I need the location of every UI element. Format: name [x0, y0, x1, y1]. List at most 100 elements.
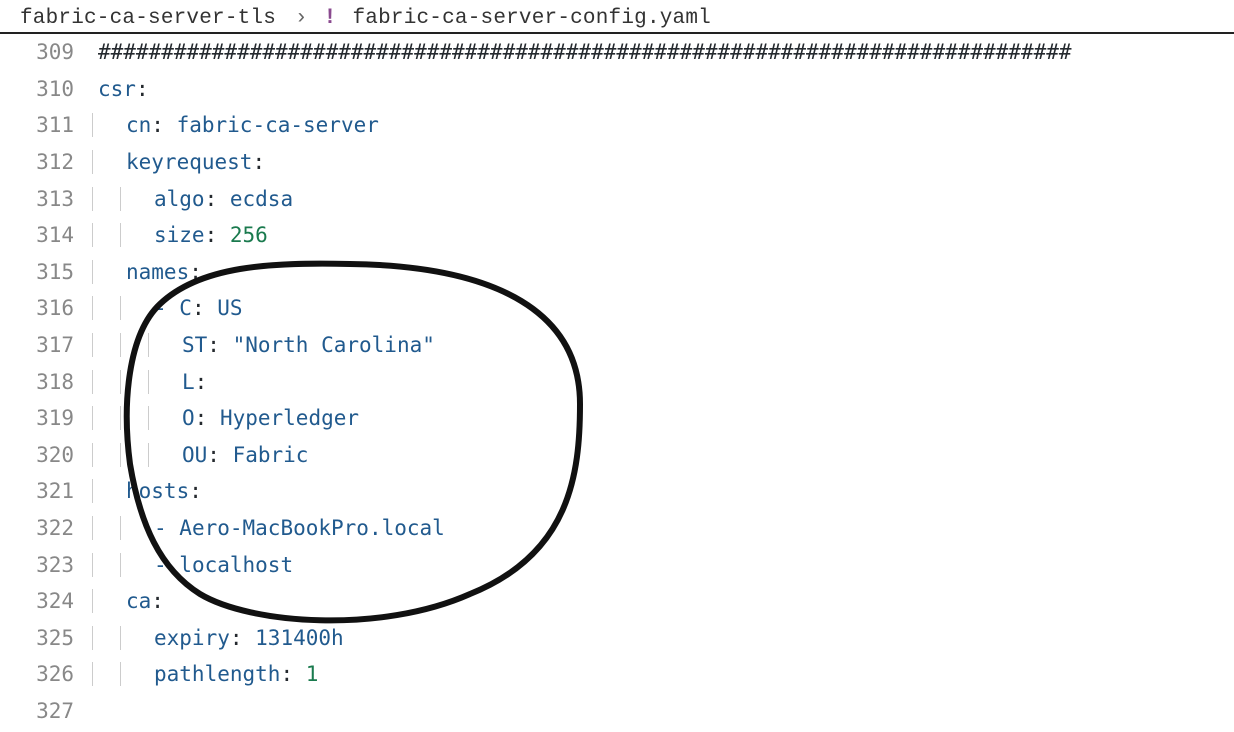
code-line[interactable]: 318L:	[0, 363, 1234, 400]
code-line[interactable]: 316- C: US	[0, 290, 1234, 327]
yaml-key: keyrequest	[126, 150, 252, 174]
code-content[interactable]: names:	[78, 260, 202, 284]
yaml-token: :	[205, 187, 230, 211]
line-number: 315	[0, 260, 78, 284]
yaml-list-dash: -	[154, 516, 179, 540]
line-number: 324	[0, 589, 78, 613]
yaml-token: :	[230, 626, 255, 650]
code-content[interactable]: pathlength: 1	[78, 662, 318, 686]
line-number: 327	[0, 699, 78, 723]
line-number: 326	[0, 662, 78, 686]
code-content[interactable]: L:	[78, 370, 207, 394]
line-number: 318	[0, 370, 78, 394]
code-line[interactable]: 317ST: "North Carolina"	[0, 327, 1234, 364]
code-content[interactable]: keyrequest:	[78, 150, 265, 174]
code-line[interactable]: 323- localhost	[0, 546, 1234, 583]
yaml-key: hosts	[126, 479, 189, 503]
line-number: 325	[0, 626, 78, 650]
code-line[interactable]: 309 #####################################…	[0, 34, 1234, 71]
yaml-key: pathlength	[154, 662, 280, 686]
yaml-comment: ########################################…	[98, 40, 1072, 64]
code-content[interactable]: ########################################…	[78, 40, 1072, 64]
yaml-list-dash: -	[154, 553, 179, 577]
code-content[interactable]: hosts:	[78, 479, 202, 503]
line-number: 320	[0, 443, 78, 467]
line-number: 322	[0, 516, 78, 540]
code-line[interactable]: 310csr:	[0, 71, 1234, 108]
yaml-key: expiry	[154, 626, 230, 650]
code-content[interactable]: cn: fabric-ca-server	[78, 113, 379, 137]
breadcrumb[interactable]: fabric-ca-server-tls › ! fabric-ca-serve…	[0, 0, 1234, 34]
line-number: 311	[0, 113, 78, 137]
yaml-token: Hyperledger	[220, 406, 359, 430]
yaml-token: 131400h	[255, 626, 344, 650]
line-number: 323	[0, 553, 78, 577]
yaml-token: ecdsa	[230, 187, 293, 211]
yaml-token: fabric-ca-server	[177, 113, 379, 137]
code-line[interactable]: 312keyrequest:	[0, 144, 1234, 181]
code-line[interactable]: 319O: Hyperledger	[0, 400, 1234, 437]
line-number: 312	[0, 150, 78, 174]
yaml-string: "North Carolina"	[233, 333, 435, 357]
code-content[interactable]: expiry: 131400h	[78, 626, 344, 650]
code-line[interactable]: 320OU: Fabric	[0, 437, 1234, 474]
yaml-key: names	[126, 260, 189, 284]
yaml-token: :	[207, 333, 232, 357]
breadcrumb-separator: ›	[289, 7, 314, 30]
code-content[interactable]: O: Hyperledger	[78, 406, 359, 430]
yaml-number: 1	[306, 662, 319, 686]
yaml-key: C	[179, 296, 192, 320]
code-content[interactable]: size: 256	[78, 223, 268, 247]
code-line[interactable]: 314size: 256	[0, 217, 1234, 254]
yaml-key: cn	[126, 113, 151, 137]
yaml-key: csr	[98, 77, 136, 101]
code-line[interactable]: 315names:	[0, 254, 1234, 291]
yaml-list-dash: -	[154, 296, 179, 320]
yaml-key: OU	[182, 443, 207, 467]
line-number: 313	[0, 187, 78, 211]
code-line[interactable]: 324ca:	[0, 583, 1234, 620]
code-line[interactable]: 321hosts:	[0, 473, 1234, 510]
line-number: 319	[0, 406, 78, 430]
line-number: 310	[0, 77, 78, 101]
code-content[interactable]: OU: Fabric	[78, 443, 308, 467]
code-content[interactable]: algo: ecdsa	[78, 187, 293, 211]
line-number: 321	[0, 479, 78, 503]
code-content[interactable]: - Aero-MacBookPro.local	[78, 516, 445, 540]
breadcrumb-file[interactable]: fabric-ca-server-config.yaml	[353, 7, 711, 30]
line-number: 316	[0, 296, 78, 320]
code-content[interactable]: - C: US	[78, 296, 243, 320]
yaml-token: :	[189, 260, 202, 284]
code-content[interactable]: - localhost	[78, 553, 293, 577]
code-line[interactable]: 311cn: fabric-ca-server	[0, 107, 1234, 144]
yaml-token: :	[151, 113, 176, 137]
code-editor[interactable]: 309 #####################################…	[0, 34, 1234, 729]
yaml-token: :	[192, 296, 217, 320]
code-line[interactable]: 326pathlength: 1	[0, 656, 1234, 693]
code-content[interactable]: ST: "North Carolina"	[78, 333, 435, 357]
yaml-key: size	[154, 223, 205, 247]
yaml-token: :	[195, 370, 208, 394]
yaml-key: O	[182, 406, 195, 430]
code-line[interactable]: 325expiry: 131400h	[0, 620, 1234, 657]
code-line[interactable]: 313algo: ecdsa	[0, 180, 1234, 217]
yaml-number: 256	[230, 223, 268, 247]
yaml-token: Aero-MacBookPro.local	[179, 516, 445, 540]
code-content[interactable]: csr:	[78, 77, 149, 101]
line-number: 317	[0, 333, 78, 357]
line-number: 309	[0, 40, 78, 64]
code-line[interactable]: 322- Aero-MacBookPro.local	[0, 510, 1234, 547]
yaml-key: ST	[182, 333, 207, 357]
yaml-key: algo	[154, 187, 205, 211]
yaml-token: :	[207, 443, 232, 467]
yaml-token: :	[151, 589, 164, 613]
yaml-token: :	[189, 479, 202, 503]
yaml-key: L	[182, 370, 195, 394]
breadcrumb-folder[interactable]: fabric-ca-server-tls	[20, 7, 276, 30]
code-content[interactable]: ca:	[78, 589, 164, 613]
yaml-file-icon: !	[326, 0, 339, 34]
code-line[interactable]: 327	[0, 693, 1234, 730]
yaml-token: :	[136, 77, 149, 101]
yaml-token: :	[205, 223, 230, 247]
yaml-key: ca	[126, 589, 151, 613]
